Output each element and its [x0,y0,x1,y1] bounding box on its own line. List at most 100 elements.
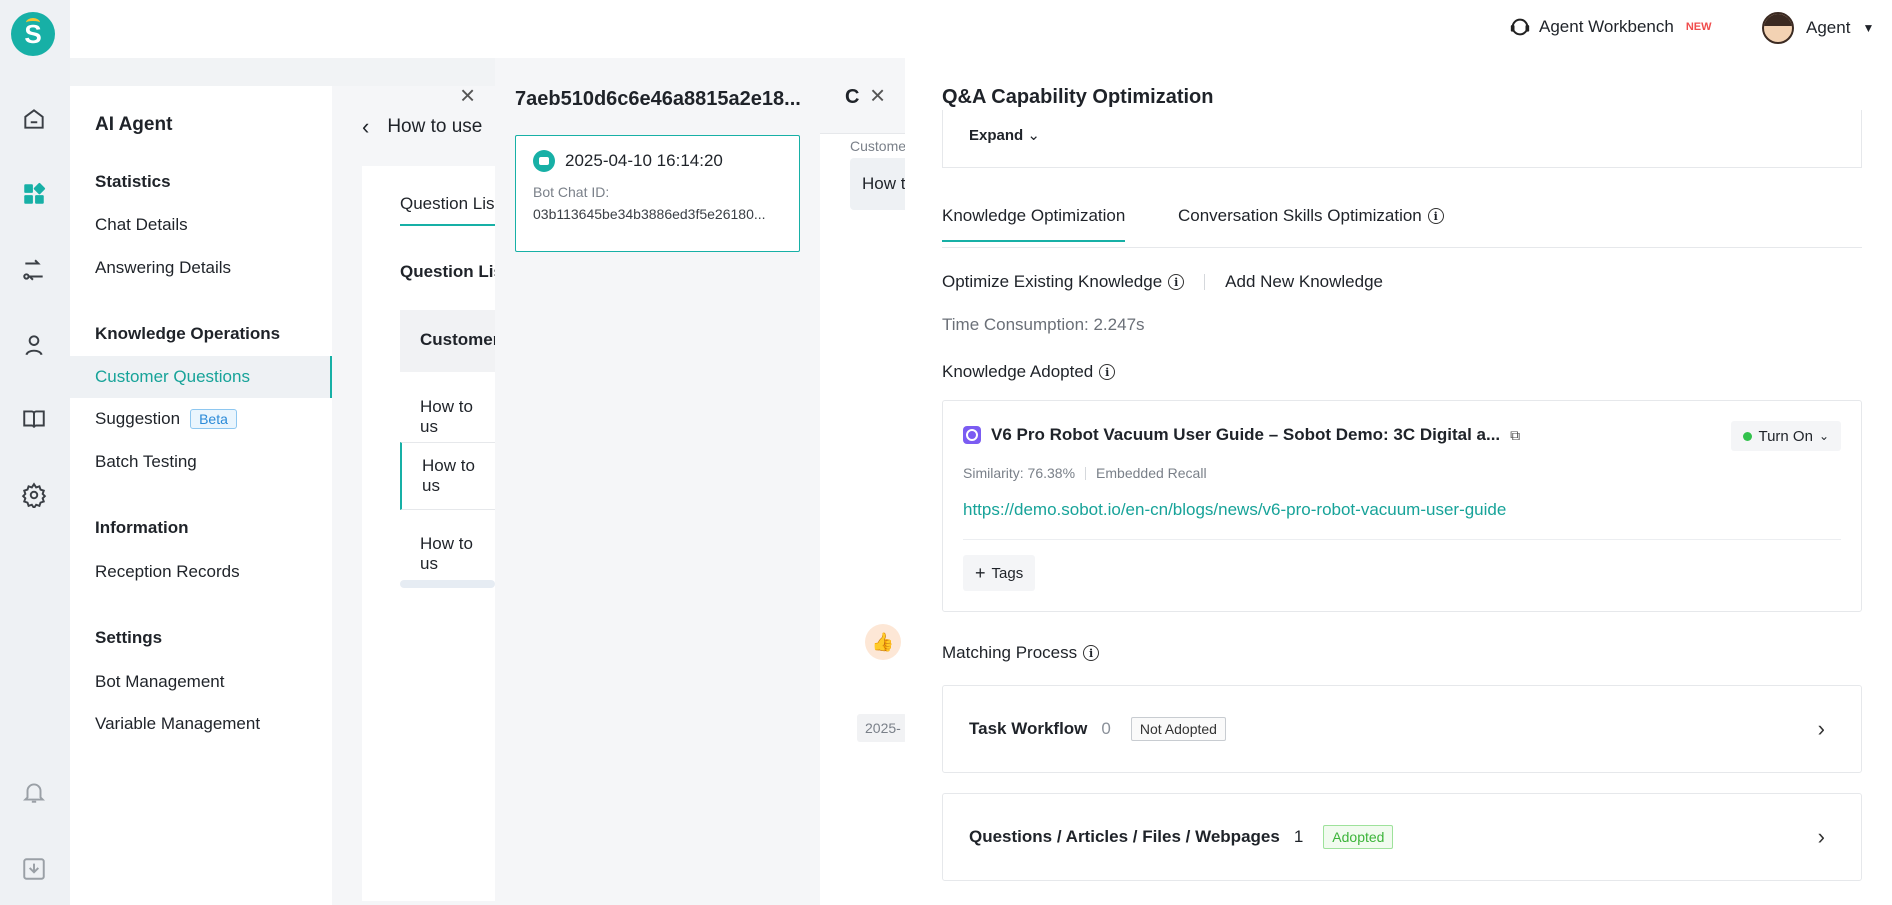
sidebar: AI Agent Statistics Chat Details Answeri… [70,86,332,905]
avatar [1762,12,1794,44]
time-consumption: Time Consumption: 2.247s [942,315,1145,334]
expand-button[interactable]: Expand ⌄ [969,126,1040,144]
content-heading: How to use [387,116,483,137]
chat-drawer: 7aeb510d6c6e46a8815a2e18... 2025-04-10 1… [495,58,820,905]
expand-label: Expand [969,127,1024,144]
download-icon[interactable] [20,855,48,883]
app-logo[interactable]: S [11,12,55,56]
status-badge: Adopted [1323,825,1394,849]
recall-type: Embedded Recall [1096,465,1207,481]
chevron-right-icon[interactable]: › [1818,716,1825,742]
chat-header-strip [820,58,905,134]
close-icon[interactable]: × [460,82,475,108]
chat-id-value: 03b113645be34b3886ed3f5e26180... [533,206,766,222]
tab-label: Knowledge Optimization [942,206,1126,225]
headset-icon [1510,18,1530,36]
process-name: Task Workflow [969,719,1088,738]
sidebar-item-suggestion[interactable]: Suggestion Beta [95,409,237,429]
divider [963,539,1841,540]
subtab-add-new-knowledge[interactable]: Add New Knowledge [1225,272,1383,292]
info-icon[interactable]: i [1083,645,1100,661]
sidebar-item-chat-details[interactable]: Chat Details [95,215,188,235]
divider [1204,274,1206,290]
table-header-customer: Customer [400,310,500,372]
question-list-title: Question Lis [400,262,503,281]
chevron-right-icon[interactable]: › [1818,824,1825,850]
chevron-down-icon: ⌄ [1027,127,1040,144]
status-dropdown[interactable]: Turn On ⌄ [1731,421,1841,451]
tab-label: Conversation Skills Optimization [1178,206,1422,225]
sidebar-item-customer-questions[interactable]: Customer Questions [95,367,250,387]
drawer-title: 7aeb510d6c6e46a8815a2e18... [515,88,801,110]
new-badge: NEW [1685,21,1712,33]
thumbs-up-icon[interactable]: 👍 [865,624,901,660]
top-bar: Agent Workbench NEW Agent ▼ [70,0,1892,58]
knowledge-url-link[interactable]: https://demo.sobot.io/en-cn/blogs/news/v… [963,500,1506,520]
knowledge-title[interactable]: V6 Pro Robot Vacuum User Guide – Sobot D… [991,425,1500,445]
process-row-task-workflow[interactable]: Task Workflow 0 Not Adopted › [942,685,1862,773]
chat-header-title: C [845,86,860,108]
customer-label: Custome [850,138,907,154]
tab-knowledge-optimization[interactable]: Knowledge Optimization [942,206,1126,242]
table-row[interactable]: How to us [400,397,500,437]
knowledge-adopted-heading: Knowledge Adopted i [942,362,1116,382]
qa-optimization-panel: Q&A Capability Optimization Expand ⌄ Kno… [905,58,1892,905]
info-icon[interactable]: i [1099,364,1116,380]
knowledge-meta: Similarity: 76.38% Embedded Recall [963,465,1207,481]
expand-section: Expand ⌄ [942,110,1862,168]
subtab-optimize-existing[interactable]: Optimize Existing Knowledge [942,272,1162,292]
sidebar-item-variable-management[interactable]: Variable Management [95,714,260,734]
route-icon[interactable] [20,256,48,284]
section-statistics: Statistics [95,172,171,191]
back-chevron-icon[interactable]: ‹ [362,114,369,140]
sidebar-item-batch-testing[interactable]: Batch Testing [95,452,197,472]
chat-record-card[interactable]: 2025-04-10 16:14:20 Bot Chat ID: 03b1136… [515,135,800,252]
panel-title: Q&A Capability Optimization [942,86,1214,108]
close-icon[interactable]: × [870,82,885,108]
tags-label: Tags [991,564,1024,582]
table-row-selected[interactable]: How to us [400,442,500,510]
chevron-down-icon: ⌄ [1818,429,1829,443]
matching-process-heading: Matching Process i [942,643,1100,663]
sidebar-item-answering-details[interactable]: Answering Details [95,258,231,278]
home-icon[interactable] [20,105,48,133]
book-icon[interactable] [20,405,48,433]
chat-id-label: Bot Chat ID: [533,184,610,200]
horizontal-scrollbar[interactable] [400,580,495,588]
status-badge: Not Adopted [1130,717,1226,741]
tab-question-list[interactable]: Question Lis [400,194,500,226]
agent-menu[interactable]: Agent ▼ [1762,12,1874,44]
status-dot [1743,431,1753,441]
table-row[interactable]: How to us [400,534,500,574]
knowledge-card: V6 Pro Robot Vacuum User Guide – Sobot D… [942,400,1862,612]
section-settings: Settings [95,628,163,647]
section-information: Information [95,518,189,537]
agent-workbench-link[interactable]: Agent Workbench NEW [1509,16,1712,38]
chat-column: C Custome How t 👍 2025- [820,58,910,905]
section-knowledge-operations: Knowledge Operations [95,324,281,343]
dashboard-icon[interactable] [20,180,48,208]
info-icon[interactable]: i [1168,274,1185,290]
settings-gear-icon[interactable] [20,481,48,509]
suggestion-label: Suggestion [95,409,181,428]
info-icon[interactable]: i [1427,208,1444,224]
add-tags-button[interactable]: + Tags [963,555,1036,591]
bell-icon[interactable] [20,778,48,806]
chat-time: 2025-04-10 16:14:20 [565,151,723,170]
knowledge-title-row: V6 Pro Robot Vacuum User Guide – Sobot D… [963,425,1520,445]
process-row-questions-articles[interactable]: Questions / Articles / Files / Webpages … [942,793,1862,881]
tab-conversation-skills[interactable]: Conversation Skills Optimization i [1178,206,1444,240]
status-label: Turn On [1758,427,1813,445]
heading-label: Matching Process [942,643,1078,662]
sidebar-title: AI Agent [95,114,173,135]
agent-icon[interactable] [20,331,48,359]
sidebar-item-reception-records[interactable]: Reception Records [95,562,240,582]
date-pill: 2025- [857,714,907,742]
icon-rail: S [0,0,70,905]
process-count: 0 [1101,719,1111,738]
external-link-icon[interactable]: ⧉ [1510,427,1520,444]
workbench-label: Agent Workbench [1539,17,1674,36]
beta-badge: Beta [190,409,237,429]
sidebar-item-bot-management[interactable]: Bot Management [95,672,224,692]
process-name: Questions / Articles / Files / Webpages [969,827,1280,846]
